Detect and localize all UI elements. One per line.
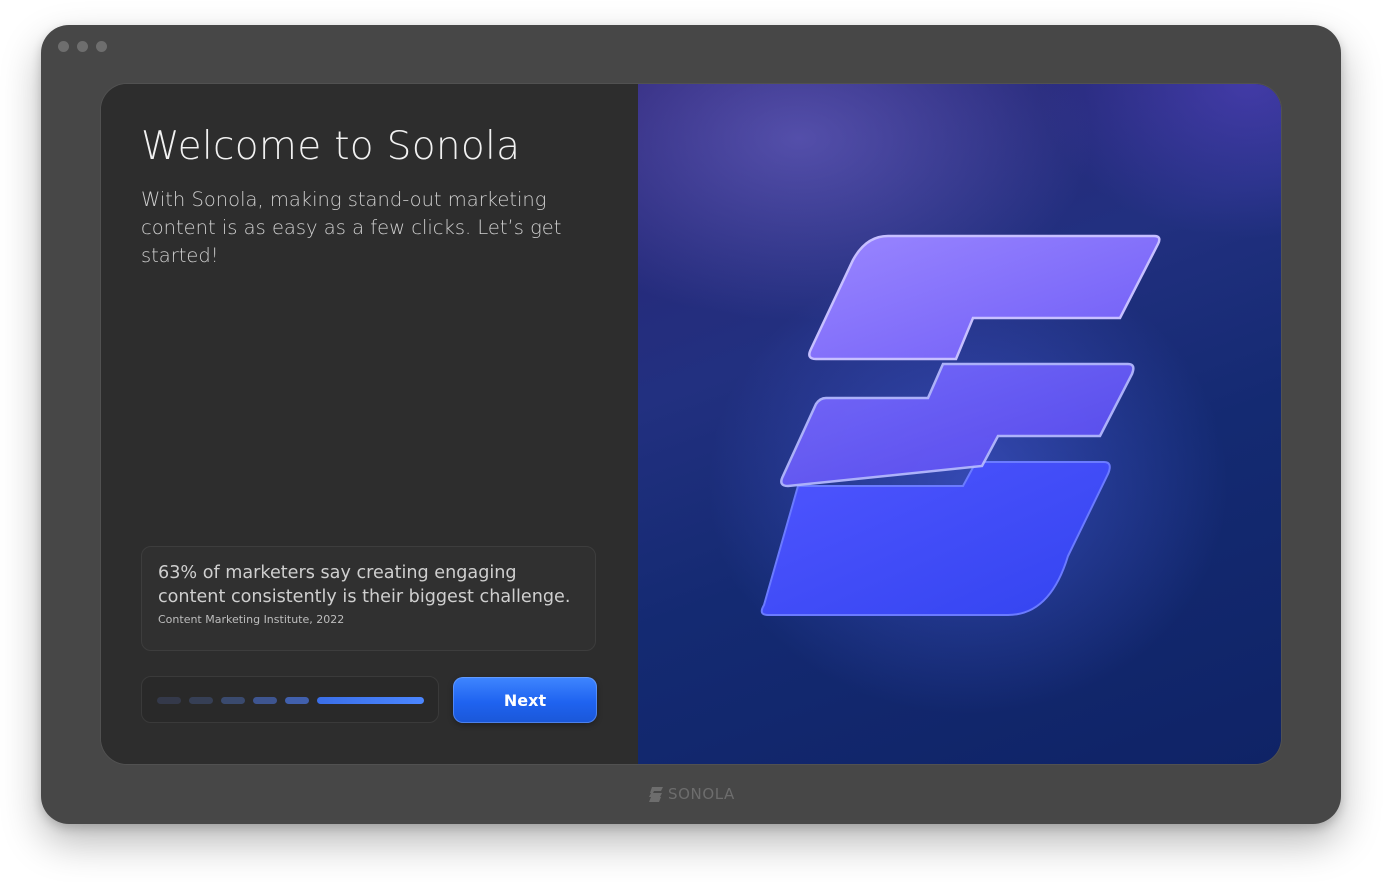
app-window: Welcome to Sonola With Sonola, making st… (41, 25, 1341, 824)
sonola-logo-icon (649, 786, 663, 802)
progress-step (221, 697, 245, 704)
onboarding-card: Welcome to Sonola With Sonola, making st… (101, 84, 1281, 764)
progress-step (189, 697, 213, 704)
footer-brand: SONOLA (649, 785, 735, 803)
close-window-dot[interactable] (58, 41, 69, 52)
step-progress-indicator (141, 676, 439, 723)
hero-illustration-panel (638, 84, 1281, 764)
page-title: Welcome to Sonola (141, 124, 521, 169)
sonola-logo-3d-icon (708, 234, 1228, 714)
maximize-window-dot[interactable] (96, 41, 107, 52)
stat-quote: 63% of marketers say creating engaging c… (158, 563, 571, 607)
next-button[interactable]: Next (453, 677, 597, 723)
welcome-subtitle: With Sonola, making stand-out marketing … (141, 188, 562, 267)
window-controls (58, 41, 107, 52)
progress-step (157, 697, 181, 704)
minimize-window-dot[interactable] (77, 41, 88, 52)
onboarding-left-panel: Welcome to Sonola With Sonola, making st… (101, 84, 638, 764)
stat-card: 63% of marketers say creating engaging c… (141, 546, 596, 651)
progress-step-active (317, 697, 424, 704)
progress-step (253, 697, 277, 704)
progress-step (285, 697, 309, 704)
brand-name: SONOLA (668, 785, 735, 803)
stat-source: Content Marketing Institute, 2022 (158, 613, 345, 626)
